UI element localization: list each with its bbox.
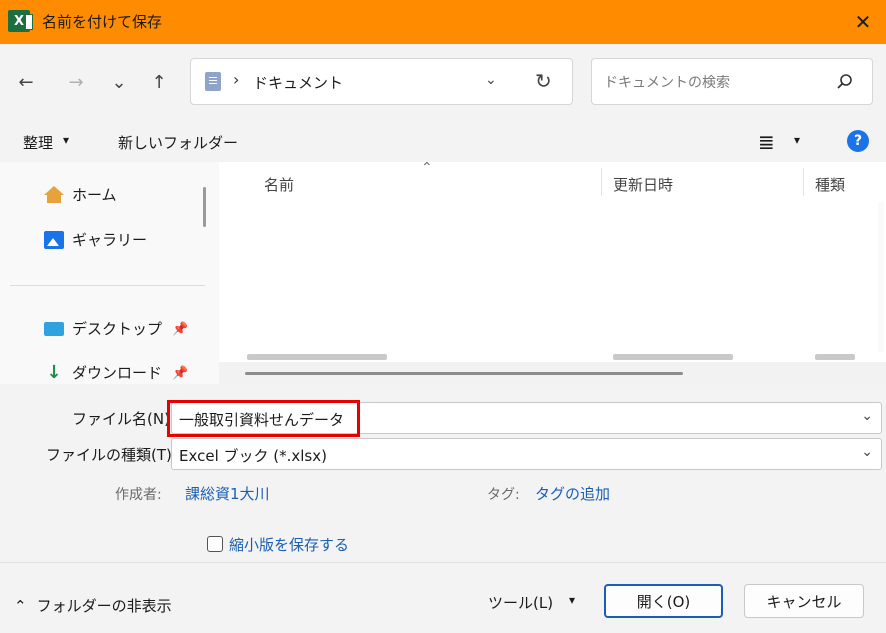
footer-divider bbox=[0, 562, 886, 563]
search-box[interactable]: ドキュメントの検索 bbox=[591, 58, 873, 105]
command-bar: 整理 ▾ 新しいフォルダー ≣ ▾ ? bbox=[0, 122, 886, 162]
author-label: 作成者: bbox=[115, 487, 162, 503]
excel-app-icon: X bbox=[8, 10, 33, 32]
file-row-partial[interactable] bbox=[613, 354, 733, 360]
column-header-name[interactable]: 名前 bbox=[264, 174, 294, 195]
help-icon[interactable]: ? bbox=[847, 130, 869, 152]
navigation-pane: ホーム ギャラリー デスクトップ 📌 ↓ ダウンロード 📌 bbox=[0, 162, 219, 384]
app-icon-letter: X bbox=[13, 13, 25, 29]
sidebar-item-gallery[interactable]: ギャラリー bbox=[44, 229, 147, 250]
file-row-partial[interactable] bbox=[815, 354, 855, 360]
open-button[interactable]: 開く(O) bbox=[604, 584, 723, 618]
organize-caret-icon[interactable]: ▾ bbox=[63, 133, 69, 147]
author-value[interactable]: 課総資1大川 bbox=[185, 483, 270, 504]
organize-button[interactable]: 整理 bbox=[23, 132, 53, 153]
chevron-down-icon[interactable]: ⌄ bbox=[861, 444, 873, 460]
chevron-up-icon: ⌃ bbox=[14, 596, 27, 615]
tools-caret-icon[interactable]: ▾ bbox=[569, 593, 575, 607]
close-button[interactable]: ✕ bbox=[840, 0, 886, 44]
sidebar-scrollbar[interactable] bbox=[203, 187, 206, 227]
home-icon bbox=[44, 186, 64, 203]
back-button[interactable]: ← bbox=[12, 68, 40, 96]
address-bar[interactable]: › ドキュメント ⌄ ↻ bbox=[190, 58, 573, 105]
breadcrumb-documents[interactable]: ドキュメント bbox=[253, 72, 343, 93]
add-tag-link[interactable]: タグの追加 bbox=[535, 483, 610, 504]
filetype-select[interactable]: Excel ブック (*.xlsx) ⌄ bbox=[171, 438, 882, 470]
documents-folder-icon bbox=[205, 72, 221, 91]
breadcrumb-separator[interactable]: › bbox=[233, 70, 239, 89]
save-thumbnail-checkbox[interactable] bbox=[207, 536, 223, 552]
hide-folders-label: フォルダーの非表示 bbox=[36, 597, 172, 615]
filename-label: ファイル名(N): bbox=[72, 410, 175, 428]
view-options-icon[interactable]: ≣ bbox=[758, 130, 775, 154]
back-arrow-icon: ← bbox=[18, 71, 34, 93]
column-header-type[interactable]: 種類 bbox=[815, 174, 845, 195]
column-header-modified[interactable]: 更新日時 bbox=[613, 174, 673, 195]
up-button[interactable]: ↑ bbox=[145, 68, 173, 96]
sidebar-item-label: ダウンロード bbox=[72, 364, 163, 382]
navigation-bar: ← → ⌄ ↑ › ドキュメント ⌄ ↻ ドキュメントの検索 bbox=[0, 44, 886, 122]
tools-button[interactable]: ツール(L) bbox=[488, 592, 553, 613]
window-title: 名前を付けて保存 bbox=[42, 13, 163, 31]
tags-label: タグ: bbox=[487, 487, 520, 503]
recent-locations-button[interactable]: ⌄ bbox=[105, 68, 133, 96]
view-options-caret-icon[interactable]: ▾ bbox=[794, 133, 800, 147]
filename-highlight-box bbox=[167, 400, 360, 437]
sort-ascending-icon: ⌃ bbox=[421, 162, 433, 176]
desktop-icon bbox=[44, 321, 64, 336]
cancel-button[interactable]: キャンセル bbox=[744, 584, 864, 618]
refresh-icon[interactable]: ↻ bbox=[535, 69, 552, 93]
up-arrow-icon: ↑ bbox=[151, 71, 167, 93]
column-divider[interactable] bbox=[803, 168, 804, 196]
sidebar-item-downloads[interactable]: ↓ ダウンロード bbox=[44, 362, 162, 383]
forward-arrow-icon: → bbox=[68, 71, 84, 93]
download-icon: ↓ bbox=[46, 361, 62, 383]
sidebar-item-label: デスクトップ bbox=[72, 320, 163, 338]
filetype-value[interactable]: Excel ブック (*.xlsx) bbox=[179, 445, 327, 466]
sidebar-item-home[interactable]: ホーム bbox=[44, 184, 117, 205]
save-thumbnail-label[interactable]: 縮小版を保存する bbox=[229, 534, 349, 555]
chevron-down-icon: ⌄ bbox=[111, 71, 127, 93]
search-input[interactable]: ドキュメントの検索 bbox=[604, 72, 730, 92]
address-history-chevron-icon[interactable]: ⌄ bbox=[485, 72, 497, 88]
file-list: ⌃ 名前 更新日時 種類 bbox=[219, 162, 886, 384]
new-folder-button[interactable]: 新しいフォルダー bbox=[118, 132, 238, 153]
scrollbar-thumb[interactable] bbox=[245, 372, 683, 375]
chevron-down-icon[interactable]: ⌄ bbox=[861, 408, 873, 424]
column-divider[interactable] bbox=[601, 168, 602, 196]
pin-icon[interactable]: 📌 bbox=[172, 366, 188, 381]
file-row-partial[interactable] bbox=[247, 354, 387, 360]
sidebar-item-label: ギャラリー bbox=[72, 231, 148, 249]
sidebar-divider bbox=[10, 285, 205, 286]
save-form: ファイル名(N): 一般取引資料せんデータ ⌄ ファイルの種類(T): Exce… bbox=[0, 384, 886, 633]
file-list-vertical-scrollbar[interactable] bbox=[878, 202, 884, 352]
forward-button[interactable]: → bbox=[62, 68, 90, 96]
sidebar-item-label: ホーム bbox=[72, 186, 117, 204]
gallery-icon bbox=[44, 230, 64, 249]
search-icon[interactable] bbox=[836, 73, 854, 91]
title-bar: X 名前を付けて保存 ✕ bbox=[0, 0, 886, 44]
sidebar-item-desktop[interactable]: デスクトップ bbox=[44, 318, 162, 339]
pin-icon[interactable]: 📌 bbox=[172, 322, 188, 337]
file-list-horizontal-scrollbar[interactable] bbox=[219, 362, 886, 384]
close-icon: ✕ bbox=[854, 10, 872, 34]
hide-folders-button[interactable]: ⌃ フォルダーの非表示 bbox=[14, 595, 172, 616]
filetype-label: ファイルの種類(T): bbox=[46, 446, 177, 464]
